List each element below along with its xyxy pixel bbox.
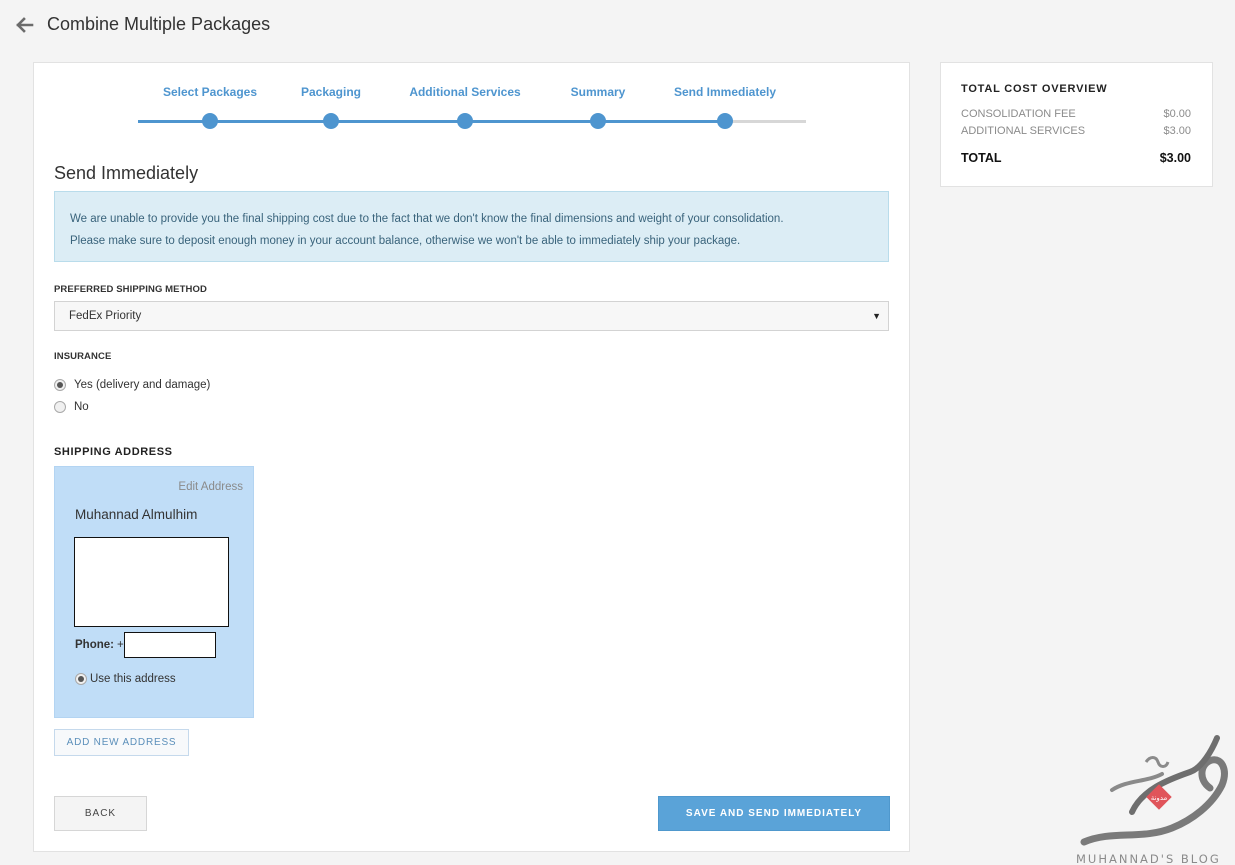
shipping-method-label: PREFERRED SHIPPING METHOD [54, 284, 207, 295]
step-summary[interactable]: Summary [571, 85, 626, 99]
info-alert: We are unable to provide you the final s… [54, 191, 889, 262]
cost-row-additional: ADDITIONAL SERVICES $3.00 [961, 125, 1191, 137]
shipping-method-select[interactable]: FedEx Priority ▼ [54, 301, 889, 331]
shipping-address-heading: SHIPPING ADDRESS [54, 446, 173, 458]
phone-prefix: + [116, 639, 124, 651]
arrow-left-icon[interactable] [16, 16, 34, 34]
step-select-packages[interactable]: Select Packages [163, 85, 257, 99]
radio-unchecked-icon[interactable] [54, 401, 66, 413]
insurance-option-label: No [74, 401, 89, 413]
cost-total-row: TOTAL $3.00 [961, 151, 1191, 165]
use-address-label: Use this address [90, 673, 176, 685]
cost-row-label: ADDITIONAL SERVICES [961, 125, 1086, 137]
step-additional-services[interactable]: Additional Services [409, 85, 520, 99]
blog-watermark-text: MUHANNAD'S BLOG [1076, 852, 1221, 865]
page-title: Combine Multiple Packages [47, 14, 271, 34]
radio-checked-icon[interactable] [75, 673, 87, 685]
insurance-option-label: Yes (delivery and damage) [74, 379, 211, 391]
main-panel: Select Packages Packaging Additional Ser… [33, 62, 910, 852]
info-line: We are unable to provide you the final s… [70, 213, 784, 225]
step-dot-select-packages[interactable] [202, 113, 218, 129]
shipping-method-value: FedEx Priority [69, 310, 142, 322]
cost-row-value: $3.00 [1163, 125, 1191, 137]
blog-badge-text: مدونة [1151, 794, 1168, 802]
cost-row-value: $0.00 [1163, 108, 1191, 120]
insurance-option-no[interactable]: No [54, 401, 89, 413]
caret-down-icon: ▼ [872, 311, 881, 321]
cost-overview-panel: TOTAL COST OVERVIEW CONSOLIDATION FEE $0… [940, 62, 1213, 187]
step-send-immediately[interactable]: Send Immediately [674, 85, 776, 99]
cost-row-consolidation: CONSOLIDATION FEE $0.00 [961, 108, 1191, 120]
blog-logo: مدونة [1072, 730, 1235, 865]
step-dot-summary[interactable] [590, 113, 606, 129]
save-and-send-button[interactable]: SAVE AND SEND IMMEDIATELY [658, 796, 890, 831]
cost-row-label: CONSOLIDATION FEE [961, 108, 1076, 120]
radio-checked-icon[interactable] [54, 379, 66, 391]
step-packaging[interactable]: Packaging [301, 85, 361, 99]
phone-label: Phone: [75, 639, 114, 651]
phone-row: Phone: + [75, 632, 216, 658]
use-address-option[interactable]: Use this address [75, 673, 176, 685]
address-card[interactable]: Edit Address Muhannad Almulhim Phone: + … [54, 466, 254, 718]
stepper-progress [138, 120, 726, 123]
address-redacted-block [74, 537, 229, 627]
page-header: Combine Multiple Packages [16, 14, 270, 35]
stepper-labels: Select Packages Packaging Additional Ser… [34, 85, 909, 101]
step-dot-send-immediately[interactable] [717, 113, 733, 129]
step-dot-additional-services[interactable] [457, 113, 473, 129]
add-new-address-button[interactable]: ADD NEW ADDRESS [54, 729, 189, 756]
cost-overview-title: TOTAL COST OVERVIEW [961, 83, 1108, 95]
edit-address-link[interactable]: Edit Address [178, 481, 243, 493]
section-title: Send Immediately [54, 163, 199, 183]
phone-redacted-block [123, 632, 216, 658]
step-dot-packaging[interactable] [323, 113, 339, 129]
back-button[interactable]: BACK [54, 796, 147, 831]
info-line: Please make sure to deposit enough money… [70, 235, 741, 247]
cost-total-label: TOTAL [961, 151, 1002, 165]
cost-total-value: $3.00 [1159, 151, 1191, 165]
insurance-option-yes[interactable]: Yes (delivery and damage) [54, 379, 210, 391]
insurance-label: INSURANCE [54, 351, 112, 362]
address-name: Muhannad Almulhim [75, 507, 198, 522]
